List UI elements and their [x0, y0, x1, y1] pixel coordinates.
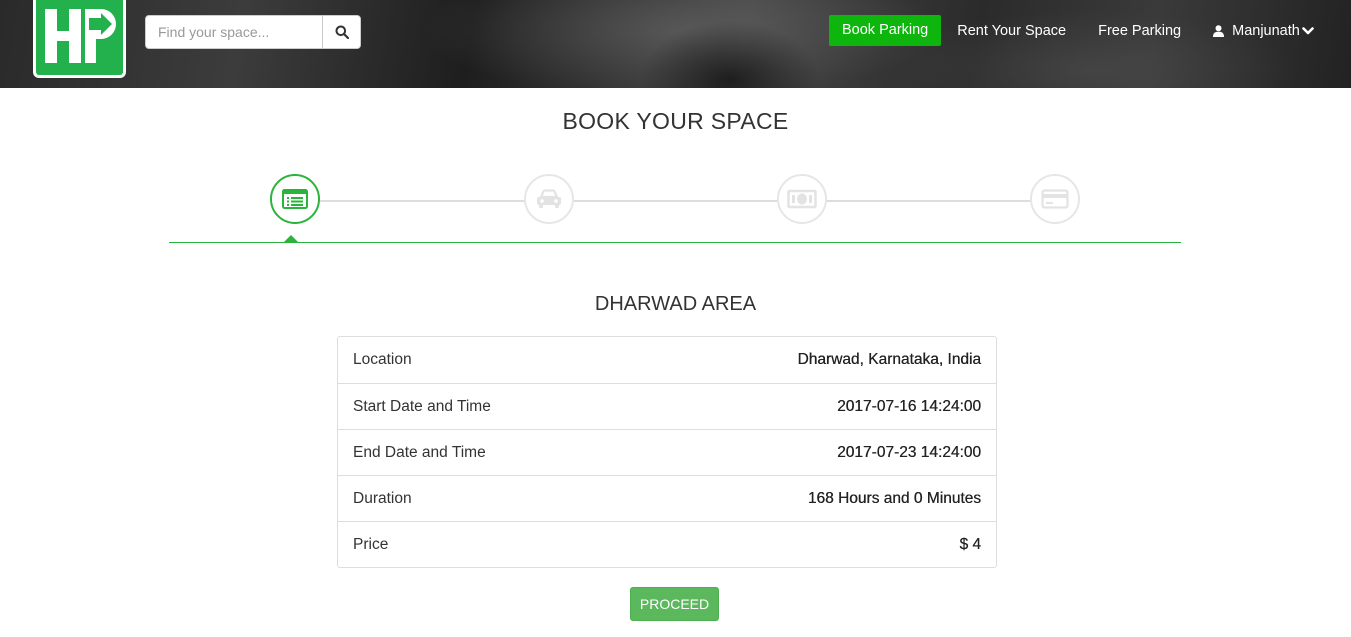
table-row: Duration 168 Hours and 0 Minutes: [338, 475, 996, 521]
booking-details-table: Location Dharwad, Karnataka, India Start…: [337, 336, 997, 568]
user-menu[interactable]: Manjunath: [1213, 23, 1314, 39]
book-parking-button[interactable]: Book Parking: [829, 15, 942, 46]
hp-logo-icon: [44, 8, 116, 63]
user-name: Manjunath: [1232, 22, 1300, 39]
credit-card-icon: [1041, 189, 1069, 209]
chevron-down-icon: [1302, 26, 1314, 36]
row-label: Start Date and Time: [353, 397, 491, 415]
table-row: Price $ 4: [338, 521, 996, 567]
rent-your-space-link[interactable]: Rent Your Space: [957, 23, 1082, 39]
search-box: [145, 15, 361, 49]
page-title: BOOK YOUR SPACE: [562, 108, 789, 134]
row-value: 168 Hours and 0 Minutes: [807, 489, 981, 507]
car-icon: [537, 189, 561, 208]
header-bar: HP Book Parking Rent Your Space Free Par…: [0, 0, 1351, 88]
table-row: Location Dharwad, Karnataka, India: [338, 337, 996, 383]
table-row: End Date and Time 2017-07-23 14:24:00: [338, 429, 996, 475]
booking-steps: [169, 174, 1181, 246]
step-checkout[interactable]: [1030, 174, 1080, 224]
row-value: 2017-07-23 14:24:00: [837, 443, 981, 461]
steps-track: [292, 200, 1055, 202]
row-label: Duration: [353, 489, 412, 507]
main-nav: Book Parking Rent Your Space Free Parkin…: [829, 15, 1314, 46]
list-icon: [282, 189, 308, 209]
table-row: Start Date and Time 2017-07-16 14:24:00: [338, 383, 996, 429]
area-title: DHARWAD AREA: [594, 293, 757, 315]
proceed-button[interactable]: PROCEED: [630, 587, 719, 621]
active-step-pointer: [283, 235, 299, 243]
steps-baseline: [169, 242, 1181, 243]
step-vehicle[interactable]: [524, 174, 574, 224]
search-icon: [335, 25, 349, 39]
money-icon: [787, 189, 817, 209]
user-icon: [1213, 24, 1225, 37]
row-label: End Date and Time: [353, 443, 486, 461]
row-label: Price: [353, 535, 389, 553]
search-button[interactable]: [322, 16, 360, 48]
row-value: $ 4: [959, 535, 981, 553]
step-payment[interactable]: [777, 174, 827, 224]
row-value: Dharwad, Karnataka, India: [797, 351, 981, 368]
logo[interactable]: HP: [33, 0, 126, 78]
step-details[interactable]: [270, 174, 320, 224]
row-label: Location: [353, 351, 412, 368]
row-value: 2017-07-16 14:24:00: [837, 397, 981, 415]
free-parking-link[interactable]: Free Parking: [1098, 23, 1197, 39]
search-input[interactable]: [146, 16, 322, 48]
